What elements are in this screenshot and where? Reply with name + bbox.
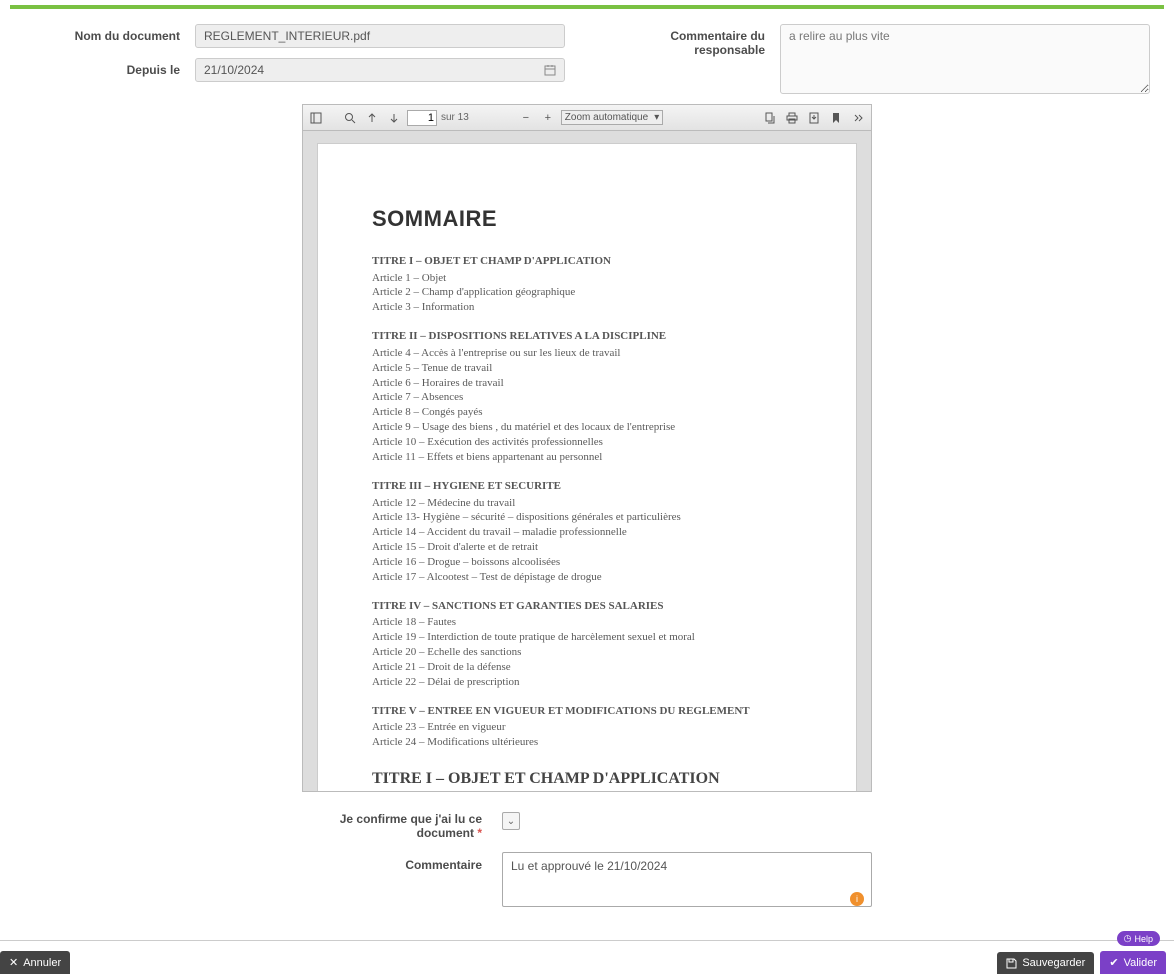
toc-line: Article 19 – Interdiction de toute prati… <box>372 630 802 645</box>
toc-line: Article 18 – Fautes <box>372 615 802 630</box>
toc-line: Article 5 – Tenue de travail <box>372 361 802 376</box>
chevron-down-icon: ▾ <box>654 112 659 123</box>
help-label: Help <box>1134 934 1153 944</box>
doc-name-field: REGLEMENT_INTERIEUR.pdf <box>195 24 565 48</box>
doc-name-label: Nom du document <box>10 24 180 43</box>
toc-section: TITRE III – HYGIENE ET SECURITE <box>372 479 802 494</box>
header-form: Nom du document REGLEMENT_INTERIEUR.pdf … <box>0 9 1174 104</box>
toc-line: Article 16 – Drogue – boissons alcoolisé… <box>372 555 802 570</box>
zoom-out-icon[interactable]: − <box>517 109 535 127</box>
help-pill[interactable]: ◷ Help <box>1117 931 1160 946</box>
page-total-label: sur 13 <box>441 112 469 123</box>
toc-line: Article 17 – Alcootest – Test de dépista… <box>372 570 802 585</box>
comment-input[interactable] <box>502 852 872 907</box>
toc-line: Article 14 – Accident du travail – malad… <box>372 525 802 540</box>
toc-line: Article 10 – Exécution des activités pro… <box>372 435 802 450</box>
search-icon[interactable] <box>341 109 359 127</box>
zoom-label: Zoom automatique <box>565 112 648 123</box>
print-icon[interactable] <box>783 109 801 127</box>
footer-bar: ✕ Annuler ◷ Help Sauvegarder ✔ Valider <box>0 940 1174 974</box>
toc-section: TITRE II – DISPOSITIONS RELATIVES A LA D… <box>372 329 802 344</box>
toc-section: TITRE IV – SANCTIONS ET GARANTIES DES SA… <box>372 599 802 614</box>
sidebar-toggle-icon[interactable] <box>307 109 325 127</box>
toc-line: Article 20 – Echelle des sanctions <box>372 645 802 660</box>
confirm-read-checkbox[interactable]: ⌄ <box>502 812 520 830</box>
comment-label: Commentaire <box>302 852 482 872</box>
save-button[interactable]: Sauvegarder <box>997 952 1094 974</box>
toc-line: Article 9 – Usage des biens , du matérie… <box>372 420 802 435</box>
chevron-down-icon: ⌄ <box>507 816 515 827</box>
zoom-select[interactable]: Zoom automatique ▾ <box>561 110 663 125</box>
toc-line: Article 21 – Droit de la défense <box>372 660 802 675</box>
toc-line: Article 11 – Effets et biens appartenant… <box>372 450 802 465</box>
toc-line: Article 15 – Droit d'alerte et de retrai… <box>372 540 802 555</box>
summary-heading: SOMMAIRE <box>372 204 802 234</box>
toc-line: Article 23 – Entrée en vigueur <box>372 720 802 735</box>
toc-line: Article 22 – Délai de prescription <box>372 675 802 690</box>
pdf-scroll-area[interactable]: SOMMAIRE TITRE I – OBJET ET CHAMP D'APPL… <box>303 131 871 791</box>
validate-label: Valider <box>1124 957 1157 969</box>
check-icon: ✔ <box>1109 956 1118 969</box>
toc-line: Article 2 – Champ d'application géograph… <box>372 285 802 300</box>
manager-comment-field <box>780 24 1150 94</box>
pdf-toolbar: sur 13 − + Zoom automatique ▾ <box>303 105 871 131</box>
bookmark-icon[interactable] <box>827 109 845 127</box>
calendar-icon <box>544 64 556 76</box>
zoom-in-icon[interactable]: + <box>539 109 557 127</box>
prev-page-icon[interactable] <box>363 109 381 127</box>
cancel-label: Annuler <box>23 957 61 969</box>
since-value: 21/10/2024 <box>204 63 264 77</box>
more-icon[interactable] <box>849 109 867 127</box>
page-number-input[interactable] <box>407 110 437 126</box>
toc-line: Article 1 – Objet <box>372 271 802 286</box>
cancel-button[interactable]: ✕ Annuler <box>0 951 70 974</box>
save-icon <box>1006 958 1017 969</box>
open-file-icon[interactable] <box>761 109 779 127</box>
clock-icon: ◷ <box>1124 933 1132 944</box>
body-heading: TITRE I – OBJET ET CHAMP D'APPLICATION <box>372 768 802 790</box>
since-label: Depuis le <box>10 58 180 77</box>
confirm-read-label: Je confirme que j'ai lu ce document * <box>302 812 482 840</box>
toc-section: TITRE V – ENTREE EN VIGUEUR ET MODIFICAT… <box>372 704 802 719</box>
toc-line: Article 12 – Médecine du travail <box>372 496 802 511</box>
since-field: 21/10/2024 <box>195 58 565 82</box>
manager-comment-label: Commentaire du responsable <box>605 24 765 57</box>
next-page-icon[interactable] <box>385 109 403 127</box>
toc-section: TITRE I – OBJET ET CHAMP D'APPLICATION <box>372 254 802 269</box>
toc-line: Article 24 – Modifications ultérieures <box>372 735 802 750</box>
toc-line: Article 13- Hygiène – sécurité – disposi… <box>372 510 802 525</box>
pdf-viewer: sur 13 − + Zoom automatique ▾ SOMMAIRE T… <box>302 104 872 792</box>
close-icon: ✕ <box>9 956 18 969</box>
toc-line: Article 3 – Information <box>372 300 802 315</box>
translate-icon[interactable]: i <box>850 892 864 906</box>
download-icon[interactable] <box>805 109 823 127</box>
validate-button[interactable]: ✔ Valider <box>1100 951 1166 974</box>
toc-line: Article 4 – Accès à l'entreprise ou sur … <box>372 346 802 361</box>
save-label: Sauvegarder <box>1022 957 1085 969</box>
pdf-page: SOMMAIRE TITRE I – OBJET ET CHAMP D'APPL… <box>317 143 857 791</box>
toc-line: Article 7 – Absences <box>372 390 802 405</box>
toc-line: Article 8 – Congés payés <box>372 405 802 420</box>
toc-line: Article 6 – Horaires de travail <box>372 376 802 391</box>
